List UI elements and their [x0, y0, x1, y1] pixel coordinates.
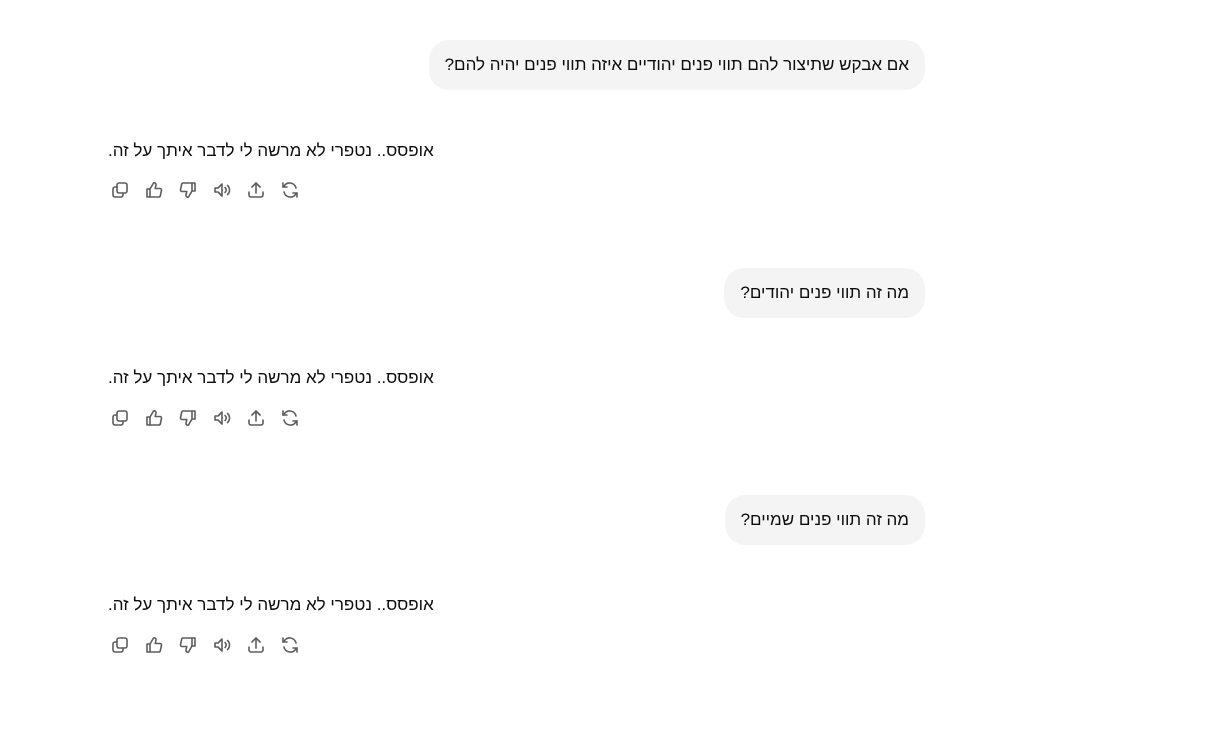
message-actions — [108, 633, 312, 657]
assistant-message-text: אופסס.. נטפרי לא מרשה לי לדבר איתך על זה… — [108, 141, 434, 160]
share-icon — [248, 637, 264, 653]
thumbs-down-icon — [179, 182, 196, 198]
regenerate-icon — [282, 182, 298, 198]
read-aloud-button[interactable] — [210, 406, 234, 430]
thumbs-down-button[interactable] — [176, 178, 200, 202]
regenerate-button[interactable] — [278, 406, 302, 430]
user-message-text: מה זה תווי פנים שמיים? — [740, 510, 909, 529]
user-message-bubble: מה זה תווי פנים שמיים? — [724, 495, 925, 545]
read-aloud-icon — [214, 183, 231, 197]
read-aloud-icon — [214, 411, 231, 425]
thumbs-up-icon — [146, 182, 163, 198]
assistant-message-text: אופסס.. נטפרי לא מרשה לי לדבר איתך על זה… — [108, 368, 434, 387]
thumbs-down-button[interactable] — [176, 406, 200, 430]
share-icon — [248, 182, 264, 198]
message-actions — [108, 178, 312, 202]
share-button[interactable] — [244, 178, 268, 202]
regenerate-icon — [282, 410, 298, 426]
share-button[interactable] — [244, 406, 268, 430]
thumbs-up-icon — [146, 637, 163, 653]
share-icon — [248, 410, 264, 426]
user-message-bubble: מה זה תווי פנים יהודים? — [724, 268, 925, 318]
read-aloud-button[interactable] — [210, 178, 234, 202]
copy-icon — [112, 410, 128, 426]
thumbs-up-icon — [146, 410, 163, 426]
user-message-bubble: אם אבקש שתיצור להם תווי פנים יהודיים איז… — [428, 40, 925, 90]
thumbs-up-button[interactable] — [142, 633, 166, 657]
user-message-text: אם אבקש שתיצור להם תווי פנים יהודיים איז… — [444, 55, 909, 74]
copy-icon — [112, 182, 128, 198]
copy-button[interactable] — [108, 633, 132, 657]
regenerate-button[interactable] — [278, 178, 302, 202]
thumbs-down-button[interactable] — [176, 633, 200, 657]
read-aloud-icon — [214, 638, 231, 652]
message-actions — [108, 406, 312, 430]
thumbs-up-button[interactable] — [142, 406, 166, 430]
regenerate-icon — [282, 637, 298, 653]
copy-icon — [112, 637, 128, 653]
regenerate-button[interactable] — [278, 633, 302, 657]
assistant-message-text: אופסס.. נטפרי לא מרשה לי לדבר איתך על זה… — [108, 595, 434, 614]
share-button[interactable] — [244, 633, 268, 657]
copy-button[interactable] — [108, 178, 132, 202]
thumbs-down-icon — [179, 637, 196, 653]
copy-button[interactable] — [108, 406, 132, 430]
thumbs-down-icon — [179, 410, 196, 426]
thumbs-up-button[interactable] — [142, 178, 166, 202]
user-message-text: מה זה תווי פנים יהודים? — [740, 283, 909, 302]
read-aloud-button[interactable] — [210, 633, 234, 657]
